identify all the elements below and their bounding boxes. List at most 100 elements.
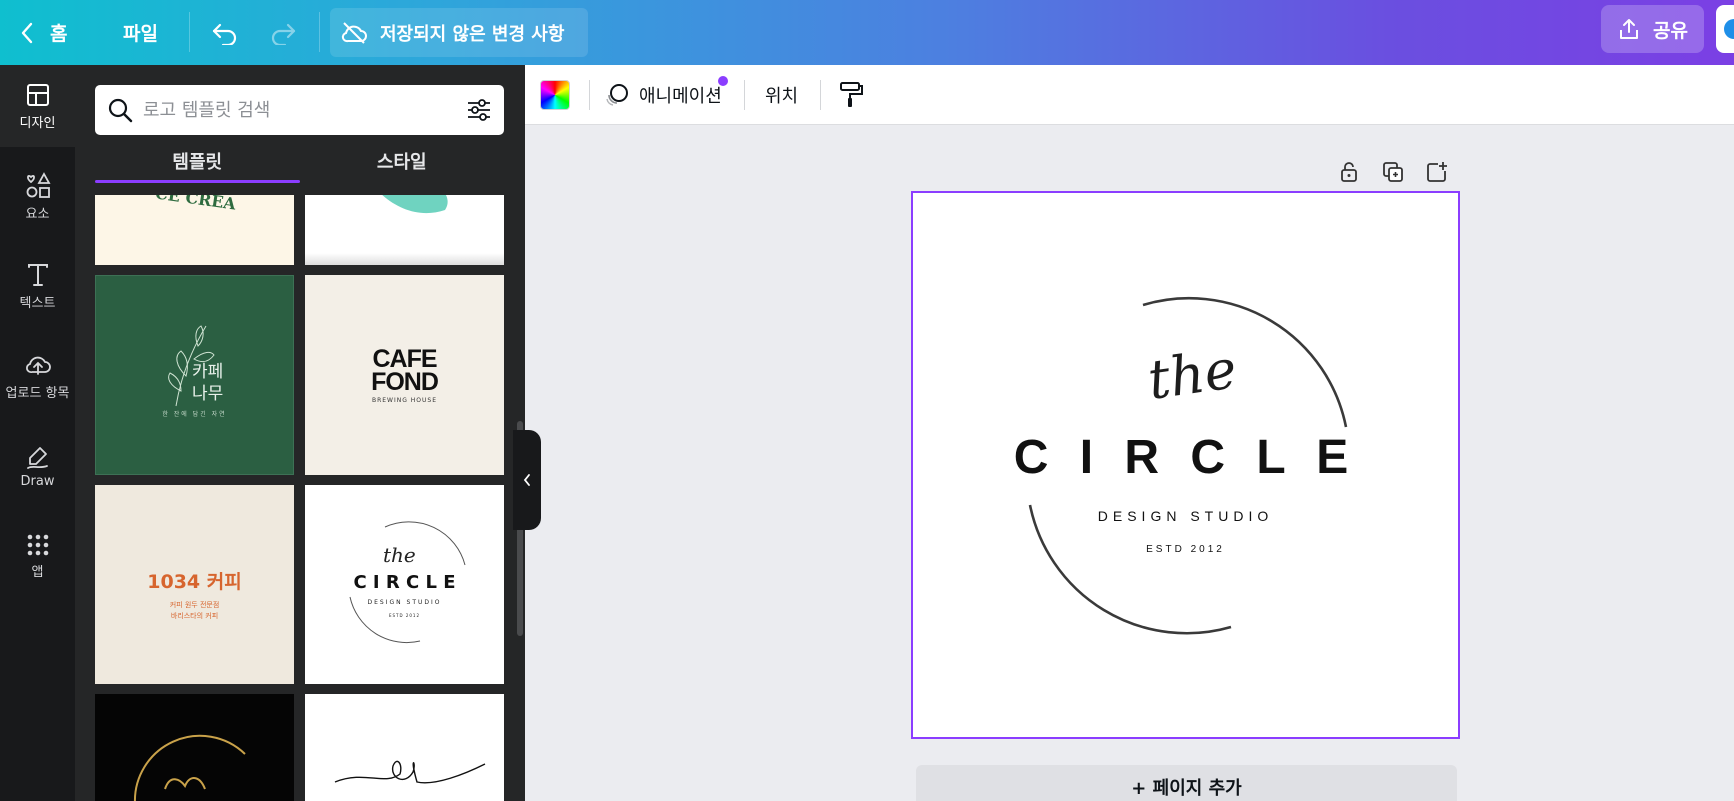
left-rail: 디자인 요소 텍스트 업로드 항목 Draw 앱 [0,65,75,801]
apps-grid-icon [27,534,48,555]
undo-button[interactable] [211,0,239,65]
animation-button[interactable]: 애니메이션 [603,65,728,125]
collapse-panel-button[interactable] [513,430,541,530]
tab-styles[interactable]: 스타일 [300,145,505,185]
template-title: CAFE FOND [305,347,504,396]
divider [820,80,821,110]
divider [589,80,590,110]
divider [319,12,320,52]
draw-icon [26,446,48,469]
template-card[interactable] [305,694,504,801]
redo-icon [271,23,296,45]
file-label: 파일 [123,23,158,45]
rail-item-label: 업로드 항목 [5,385,70,401]
title-line: 나무 [192,384,224,404]
logo-subtitle-text[interactable]: DESIGN STUDIO [913,508,1458,524]
template-card[interactable]: 카페 나무 한 잔에 담긴 자연 [95,275,294,475]
layout-icon [26,83,49,106]
rail-item-label: 디자인 [19,115,56,131]
unsaved-label: 저장되지 않은 변경 사항 [380,23,565,45]
share-upload-icon [1620,19,1639,39]
add-page-button[interactable]: + 페이지 추가 [916,765,1457,801]
tab-templates[interactable]: 템플릿 [95,145,300,185]
logo-title-text[interactable]: C I R C L E [913,430,1458,485]
rail-item-label: Draw [20,473,55,489]
template-card[interactable]: CAFE FOND BREWING HOUSE [305,275,504,475]
search-icon [108,98,133,123]
design-page[interactable]: the C I R C L E DESIGN STUDIO ESTD 2012 [911,191,1460,739]
template-card[interactable]: CE CREA [95,195,294,265]
rail-item-label: 요소 [25,206,50,222]
unsaved-changes-indicator[interactable]: 저장되지 않은 변경 사항 [330,8,588,57]
template-title: C I R C L E [353,572,456,593]
rail-item-text[interactable]: 텍스트 [0,245,75,327]
chevron-left-icon [523,474,530,486]
paint-roller-icon [840,82,863,107]
add-page-icon-button[interactable] [1426,160,1448,184]
file-menu-button[interactable]: 파일 [123,0,158,65]
shapes-icon [26,171,51,198]
animation-label: 애니메이션 [639,86,722,107]
copy-style-button[interactable] [838,65,864,125]
template-subtitle: BREWING HOUSE [371,397,438,404]
logo-script-text[interactable]: the [1144,337,1240,412]
new-badge-dot [718,76,728,86]
home-button[interactable]: 홈 [20,0,67,65]
rail-item-apps[interactable]: 앱 [0,515,75,597]
avatar[interactable] [1716,5,1734,53]
position-button[interactable]: 위치 [765,65,798,125]
color-picker-button[interactable] [540,65,570,125]
search-bar [95,85,504,135]
subtitle-line: 바리스타의 커피 [170,612,219,620]
rail-item-label: 앱 [31,564,44,580]
duplicate-icon [1383,162,1403,182]
redo-button[interactable] [269,0,297,65]
template-card[interactable] [305,195,504,265]
editor-toolbar: 애니메이션 위치 [525,65,1734,125]
text-icon [27,263,48,286]
share-button[interactable]: 공유 [1601,5,1704,53]
rail-item-elements[interactable]: 요소 [0,155,75,237]
logo-estd-text[interactable]: ESTD 2012 [913,544,1458,555]
template-grid: CE CREA 카페 나무 한 잔에 담긴 자연 CAFE FOND BREWI… [95,195,504,801]
unlock-icon [1341,162,1357,182]
color-swatch [540,80,570,110]
position-label: 위치 [765,86,799,107]
lock-page-button[interactable] [1338,160,1360,184]
divider [189,12,190,52]
template-card[interactable]: 1034 커피 커피 원두 전문점 바리스타의 커피 [95,485,294,684]
title-line: FOND [371,368,439,396]
page-actions [1338,160,1448,186]
rail-item-draw[interactable]: Draw [0,425,75,507]
template-script: the [383,543,416,567]
duplicate-page-button[interactable] [1382,160,1404,184]
rail-item-label: 텍스트 [19,295,56,311]
templates-panel: 템플릿 스타일 CE CREA [75,65,525,801]
home-label: 홈 [50,23,68,45]
cloud-off-icon [341,21,367,44]
script-monogram-graphic [334,760,486,784]
top-bar: 홈 파일 저장되지 않은 변경 사항 공유 [0,0,1734,65]
template-text: CE CREA [154,195,238,214]
template-card[interactable] [95,694,294,801]
shadow [305,253,504,265]
search-input[interactable] [143,99,456,121]
template-title: 1034 커피 [147,571,242,593]
template-subtitle: DESIGN STUDIO [367,599,442,606]
add-page-icon [1427,162,1447,182]
divider [744,80,745,110]
rail-item-uploads[interactable]: 업로드 항목 [0,335,75,417]
template-estd: ESTD 2012 [388,613,421,618]
filter-sliders-icon[interactable] [466,97,492,123]
template-subtitle: 한 잔에 담긴 자연 [162,411,227,418]
panel-tabs: 템플릿 스타일 [95,145,504,185]
title-line: 카페 [192,362,224,382]
cloud-upload-icon [25,356,51,375]
gold-ring-graphic [133,734,246,801]
share-label: 공유 [1653,19,1688,42]
subtitle-line: 커피 원두 전문점 [169,601,220,609]
rail-item-design[interactable]: 디자인 [0,65,75,147]
animation-icon [606,84,628,106]
template-card[interactable]: the C I R C L E DESIGN STUDIO ESTD 2012 [305,485,504,684]
undo-icon [212,23,237,45]
